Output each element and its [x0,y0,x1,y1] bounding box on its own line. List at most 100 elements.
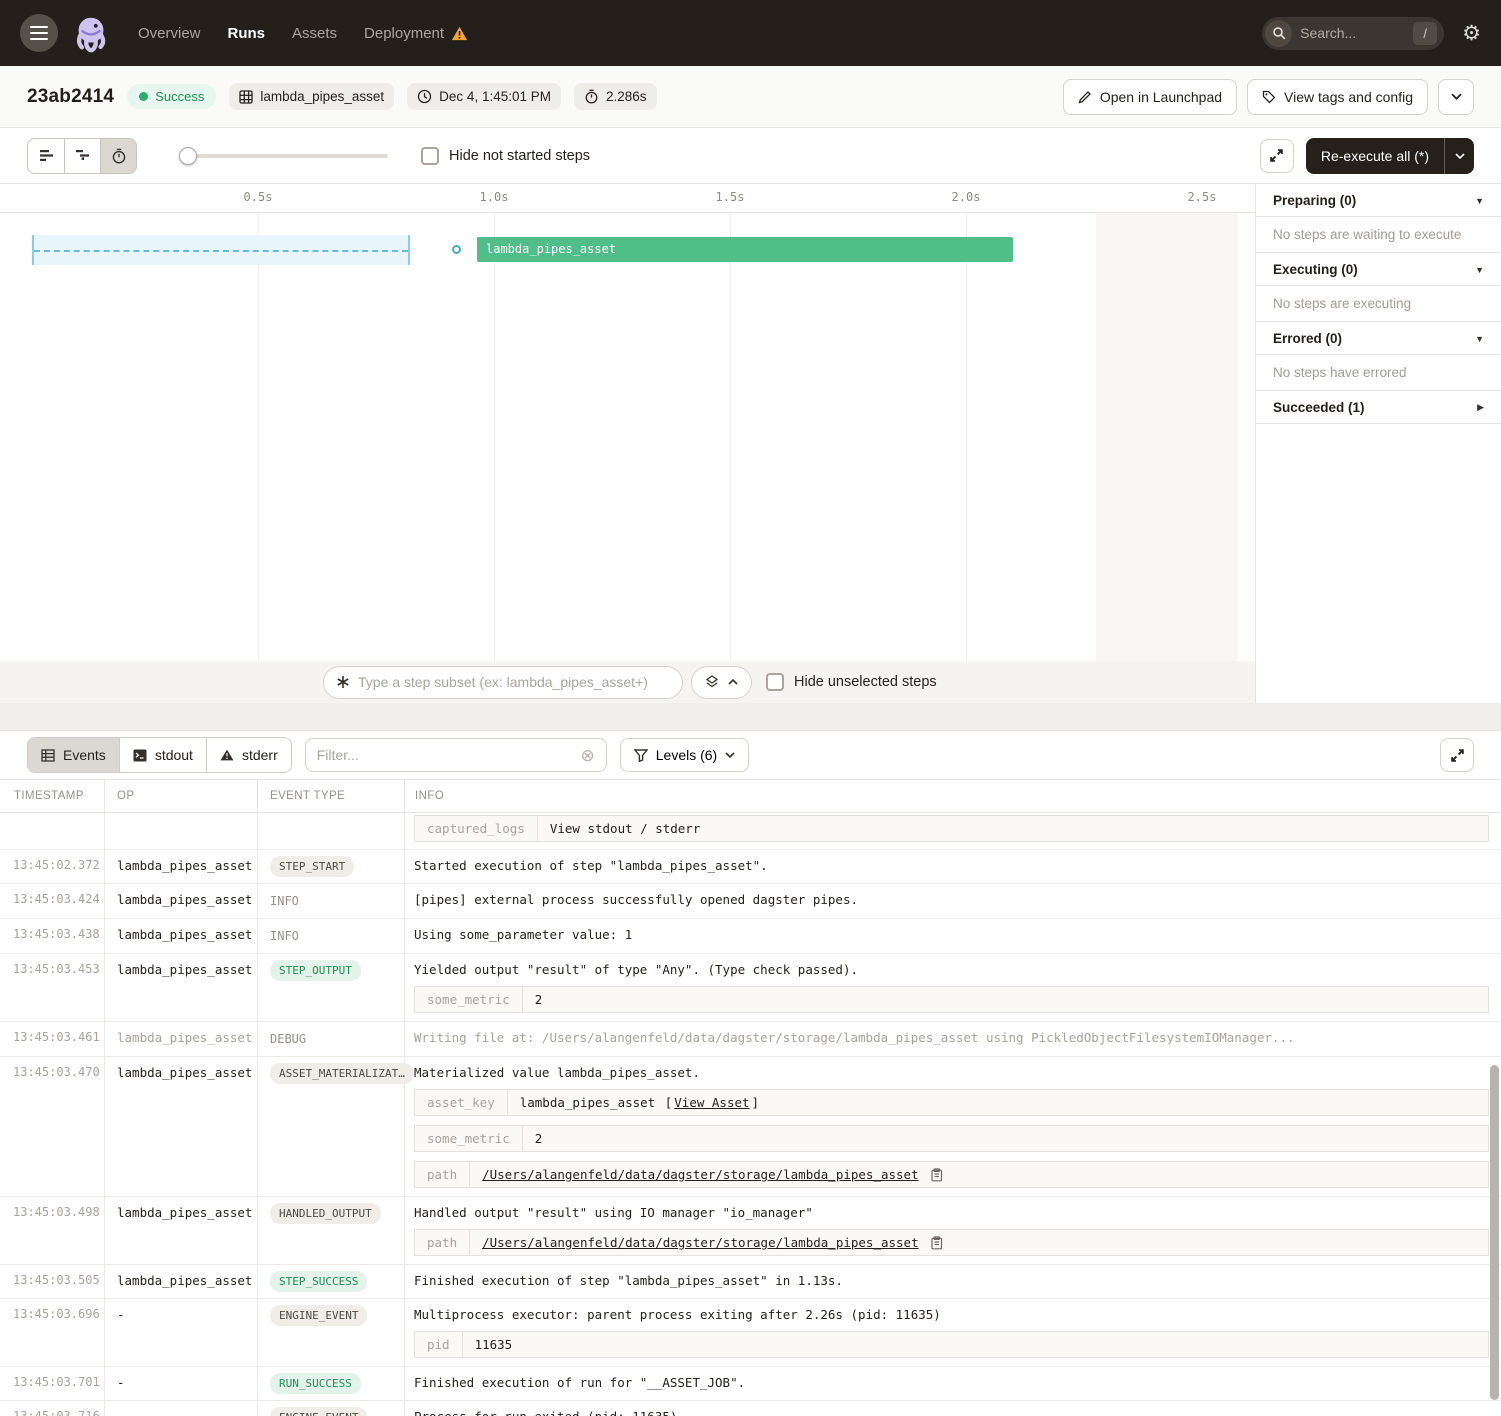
timeline-header: 0.5s1.0s1.5s2.0s2.5s [0,184,1255,213]
metadata-value: 11635 [463,1332,525,1357]
event-row[interactable]: 13:45:03.470lambda_pipes_assetASSET_MATE… [0,1057,1501,1197]
hamburger-icon [30,26,48,40]
event-info-cell: Writing file at: /Users/alangenfeld/data… [405,1022,1501,1056]
metadata-link[interactable]: View Asset [674,1095,749,1110]
after-run-end-region [1096,213,1238,661]
step-subset-inputbox [323,666,683,699]
event-timestamp: 13:45:03.461 [0,1022,105,1056]
nav-item-overview[interactable]: Overview [138,25,201,42]
event-info-cell: Process for run exited (pid: 11635). [405,1401,1501,1416]
sidebar-section-body: No steps are executing [1256,286,1501,322]
event-op: lambda_pipes_asset [105,1197,258,1264]
event-op: lambda_pipes_asset [105,954,258,1021]
metadata-key: asset_key [415,1090,508,1115]
sidebar-section-header[interactable]: Executing (0)▼ [1256,253,1501,286]
job-pill[interactable]: lambda_pipes_asset [229,83,394,110]
events-scrollbar-thumb[interactable] [1490,1065,1499,1400]
global-search[interactable]: / [1262,17,1444,50]
reexecute-menu-button[interactable] [1444,138,1474,174]
gantt-region: 0.5s1.0s1.5s2.0s2.5s lambda_pipes_asset [0,184,1501,703]
events-rows: captured_logsView stdout / stderr 13:45:0… [0,813,1501,1416]
metadata-value-text: View stdout / stderr [550,821,701,836]
expand-icon [1450,748,1465,763]
open-in-launchpad-button[interactable]: Open in Launchpad [1063,79,1237,115]
event-row[interactable]: 13:45:03.461lambda_pipes_assetDEBUGWriti… [0,1022,1501,1057]
sidebar-section-header[interactable]: Errored (0)▼ [1256,322,1501,355]
event-message: Started execution of step "lambda_pipes_… [414,858,1489,873]
event-row[interactable]: 13:45:03.424lambda_pipes_assetINFO[pipes… [0,884,1501,919]
layers-icon [705,675,719,689]
event-row[interactable]: 13:45:03.498lambda_pipes_assetHANDLED_OU… [0,1197,1501,1265]
events-table-icon [41,749,55,762]
event-type-cell: INFO [258,884,405,918]
view-tags-config-button[interactable]: View tags and config [1247,79,1428,115]
nav-item-assets[interactable]: Assets [292,25,337,42]
event-row[interactable]: 13:45:03.438lambda_pipes_assetINFOUsing … [0,919,1501,954]
event-info-cell: Materialized value lambda_pipes_asset.as… [405,1057,1501,1196]
metadata-link[interactable]: /Users/alangenfeld/data/dagster/storage/… [482,1235,919,1250]
metadata-link[interactable]: /Users/alangenfeld/data/dagster/storage/… [482,1167,919,1182]
sidebar-section-body: No steps are waiting to execute [1256,217,1501,253]
gear-icon[interactable]: ⚙ [1462,23,1481,44]
hide-not-started-checkbox[interactable] [421,147,439,165]
hide-unselected-checkbox[interactable] [766,673,784,691]
tab-stderr[interactable]: stderr [206,738,291,772]
timeline-tick: 0.5s [244,190,273,204]
events-fullscreen-button[interactable] [1440,738,1474,772]
log-filter-input[interactable] [317,747,581,763]
levels-dropdown[interactable]: Levels (6) [620,738,749,772]
graph-query-toggle-button[interactable] [691,666,752,699]
gantt-fullscreen-button[interactable] [1260,139,1294,173]
event-timestamp: 13:45:03.696 [0,1299,105,1366]
event-row[interactable]: 13:45:03.701-RUN_SUCCESSFinished executi… [0,1367,1501,1401]
event-type-badge: ENGINE_EVENT [270,1407,367,1416]
stderr-warning-icon [220,749,234,761]
dagster-logo-icon[interactable] [70,12,112,54]
metadata-key: some_metric [415,987,523,1012]
pencil-icon [1078,90,1092,104]
copy-icon[interactable] [930,1168,943,1182]
nav-item-runs[interactable]: Runs [228,25,266,42]
event-message: Finished execution of run for "__ASSET_J… [414,1375,1489,1390]
copy-icon[interactable] [930,1236,943,1250]
view-mode-waterfall-button[interactable] [64,139,100,173]
step-subset-input[interactable] [358,674,670,690]
metadata-entry: some_metric2 [414,1125,1489,1152]
status-label: Success [155,89,204,104]
timeline-gridline [730,213,731,661]
sidebar-section-header[interactable]: Preparing (0)▼ [1256,184,1501,217]
event-type-badge: INFO [270,890,299,912]
sidebar-section-body: No steps have errored [1256,355,1501,391]
tab-stdout[interactable]: stdout [119,738,206,772]
event-row[interactable]: 13:45:03.505lambda_pipes_assetSTEP_SUCCE… [0,1265,1501,1299]
menu-button[interactable] [20,14,58,52]
metadata-entry: asset_keylambda_pipes_asset [View Asset] [414,1089,1489,1116]
event-row[interactable]: 13:45:03.696-ENGINE_EVENTMultiprocess ex… [0,1299,1501,1367]
zoom-slider-thumb[interactable] [179,147,197,165]
tab-events[interactable]: Events [28,738,119,772]
duration-pill: 2.286s [574,83,657,110]
event-row[interactable]: 13:45:03.716-ENGINE_EVENTProcess for run… [0,1401,1501,1416]
clear-filter-icon[interactable]: ⊗ [581,747,595,764]
metadata-value-text: 2 [535,1131,543,1146]
event-row[interactable]: 13:45:02.372lambda_pipes_assetSTEP_START… [0,850,1501,884]
metadata-entry: captured_logsView stdout / stderr [414,815,1489,842]
event-row[interactable]: captured_logsView stdout / stderr [0,813,1501,850]
event-row[interactable]: 13:45:03.453lambda_pipes_assetSTEP_OUTPU… [0,954,1501,1022]
sidebar-section-header[interactable]: Succeeded (1)▶ [1256,391,1501,424]
triangle-right-icon: ▶ [1477,402,1484,413]
metadata-value: 2 [523,987,555,1012]
view-mode-timed-button[interactable] [100,139,136,173]
zoom-slider[interactable] [181,154,388,158]
timeline-tick: 1.0s [480,190,509,204]
metadata-value: lambda_pipes_asset [View Asset] [508,1090,771,1115]
gantt-step-bar[interactable]: lambda_pipes_asset [477,237,1013,262]
reexecute-all-button[interactable]: Re-execute all (*) [1306,138,1444,174]
funnel-icon [634,749,648,762]
event-op: lambda_pipes_asset [105,1057,258,1196]
search-input[interactable] [1292,25,1413,41]
event-type-badge: RUN_SUCCESS [270,1373,361,1394]
run-header-more-button[interactable] [1438,79,1474,115]
view-mode-flat-button[interactable] [28,139,64,173]
nav-item-deployment[interactable]: Deployment [364,25,468,42]
